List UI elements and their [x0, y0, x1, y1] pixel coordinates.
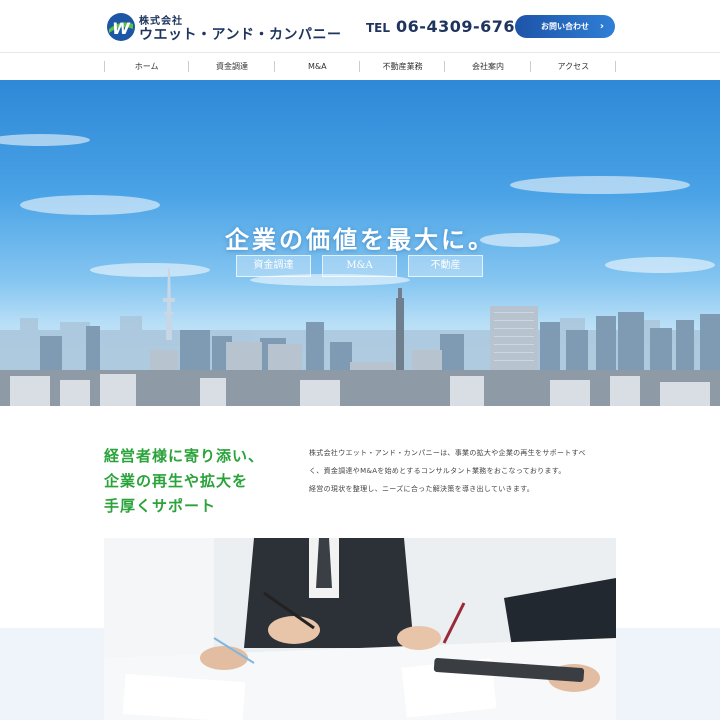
intro-heading: 経営者様に寄り添い、 企業の再生や拡大を 手厚くサポート: [104, 444, 304, 519]
intro-body-line: 経営の現状を整理し、ニーズに合った解決策を導き出していきます。: [309, 485, 535, 493]
meeting-photo-illustration: [104, 538, 616, 720]
chevron-right-icon: ›: [599, 21, 604, 32]
nav-list: ホーム 資金調達 M&A 不動産業務 会社案内 アクセス: [104, 53, 617, 80]
nav-item-financing[interactable]: 資金調達: [189, 53, 275, 80]
global-nav: ホーム 資金調達 M&A 不動産業務 会社案内 アクセス: [0, 52, 720, 80]
intro-heading-line: 手厚くサポート: [104, 497, 217, 515]
intro-heading-line: 経営者様に寄り添い、: [104, 447, 265, 465]
nav-item-company[interactable]: 会社案内: [445, 53, 531, 80]
hero-button-financing[interactable]: 資金調達: [236, 255, 311, 277]
tel-label: TEL: [366, 21, 391, 35]
nav-item-access[interactable]: アクセス: [531, 53, 617, 80]
nav-item-real-estate[interactable]: 不動産業務: [360, 53, 446, 80]
business-meeting-photo: [104, 538, 616, 720]
company-logo-icon: W: [107, 13, 135, 41]
hero-service-links: 資金調達 M&A 不動産: [236, 255, 483, 277]
intro-heading-line: 企業の再生や拡大を: [104, 472, 249, 490]
contact-button-label: お問い合わせ: [541, 22, 589, 31]
intro-body-text: 株式会社ウエット・アンド・カンパニーは、事業の拡大や企業の再生をサポートすべ く…: [309, 444, 619, 498]
nav-item-ma[interactable]: M&A: [275, 53, 361, 80]
site-header: W 株式会社 ウエット・アンド・カンパニー TEL 06-4309-6764 お問…: [0, 0, 720, 52]
phone-number[interactable]: TEL 06-4309-6764: [366, 17, 527, 36]
hero-title: 企業の価値を最大に。: [225, 225, 495, 254]
site-logo[interactable]: W 株式会社 ウエット・アンド・カンパニー: [106, 11, 341, 43]
logo-letter: W: [112, 19, 131, 38]
intro-body-line: く、資金調達やM&Aを始めとするコンサルタント業務をおこなっております。: [309, 467, 566, 475]
intro-body-line: 株式会社ウエット・アンド・カンパニーは、事業の拡大や企業の再生をサポートすべ: [309, 449, 586, 457]
nav-item-home[interactable]: ホーム: [104, 53, 190, 80]
hero-button-ma[interactable]: M&A: [322, 255, 397, 277]
contact-button[interactable]: お問い合わせ ›: [515, 15, 615, 38]
hero-banner: 企業の価値を最大に。 資金調達 M&A 不動産: [0, 80, 720, 406]
tel-number: 06-4309-6764: [396, 17, 527, 36]
hero-button-real-estate[interactable]: 不動産: [408, 255, 483, 277]
logo-company-name: ウエット・アンド・カンパニー: [139, 27, 342, 43]
